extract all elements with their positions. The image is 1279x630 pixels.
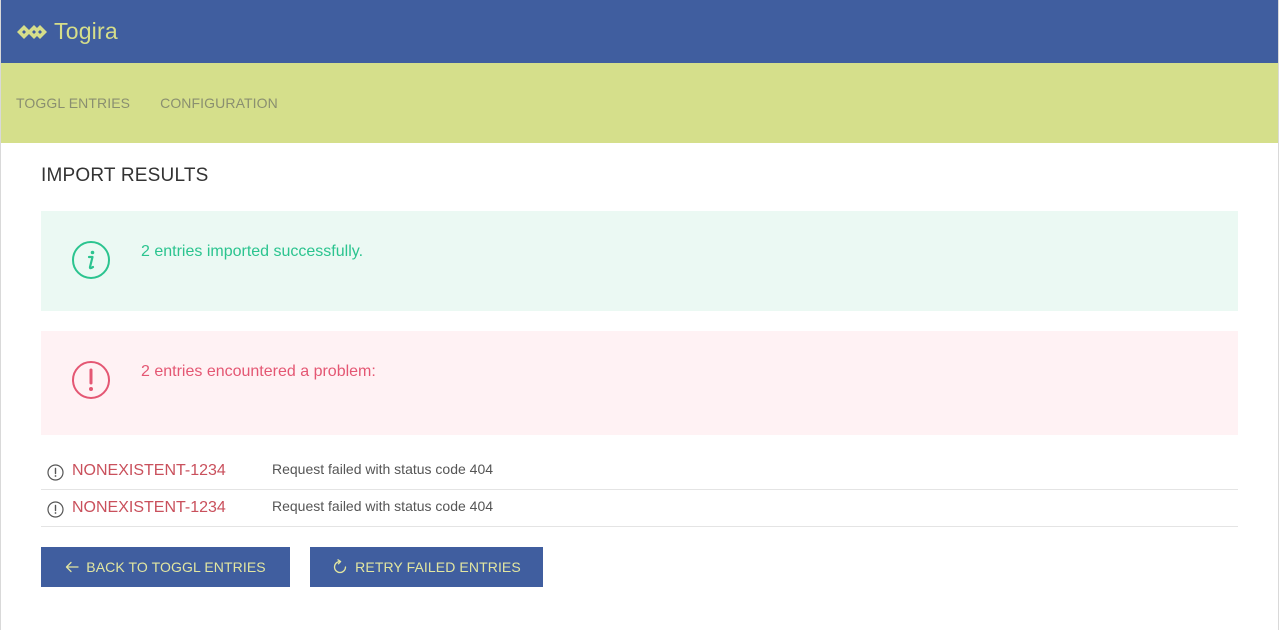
nav-bar: TOGGL ENTRIES CONFIGURATION	[1, 63, 1278, 143]
back-to-toggl-entries-button[interactable]: BACK TO TOGGL ENTRIES	[41, 547, 290, 587]
back-button-label: BACK TO TOGGL ENTRIES	[86, 559, 266, 575]
success-alert: 2 entries imported successfully.	[41, 211, 1238, 311]
failed-entry-row: NONEXISTENT-1234 Request failed with sta…	[41, 453, 1238, 490]
error-detail: Request failed with status code 404	[272, 461, 494, 477]
exclamation-circle-icon	[72, 361, 110, 399]
retry-button-label: RETRY FAILED ENTRIES	[355, 559, 521, 575]
info-circle-icon	[72, 241, 110, 279]
page-title: IMPORT RESULTS	[41, 165, 209, 186]
warning-circle-icon	[47, 501, 64, 518]
failed-entry-row: NONEXISTENT-1234 Request failed with sta…	[41, 490, 1238, 527]
main-content: IMPORT RESULTS 2 entries imported succes…	[1, 143, 1278, 587]
failed-entries-list: NONEXISTENT-1234 Request failed with sta…	[41, 453, 1238, 527]
issue-key-link[interactable]: NONEXISTENT-1234	[72, 462, 226, 480]
success-message: 2 entries imported successfully.	[141, 243, 364, 260]
error-alert: 2 entries encountered a problem:	[41, 331, 1238, 435]
app-window: Togira TOGGL ENTRIES CONFIGURATION IMPOR…	[0, 0, 1279, 630]
nav-configuration[interactable]: CONFIGURATION	[160, 95, 278, 111]
error-message: 2 entries encountered a problem:	[141, 363, 376, 380]
issue-key-link[interactable]: NONEXISTENT-1234	[72, 499, 226, 517]
nav-toggl-entries[interactable]: TOGGL ENTRIES	[16, 95, 130, 111]
retry-failed-entries-button[interactable]: RETRY FAILED ENTRIES	[310, 547, 543, 587]
togira-logo-icon[interactable]	[16, 22, 48, 42]
error-detail: Request failed with status code 404	[272, 498, 494, 514]
arrow-left-icon	[66, 561, 79, 573]
top-bar: Togira	[1, 0, 1278, 63]
app-title[interactable]: Togira	[54, 18, 118, 45]
refresh-icon	[334, 559, 347, 574]
action-bar: BACK TO TOGGL ENTRIES RETRY FAILED ENTRI…	[41, 547, 1238, 587]
warning-circle-icon	[47, 464, 64, 481]
